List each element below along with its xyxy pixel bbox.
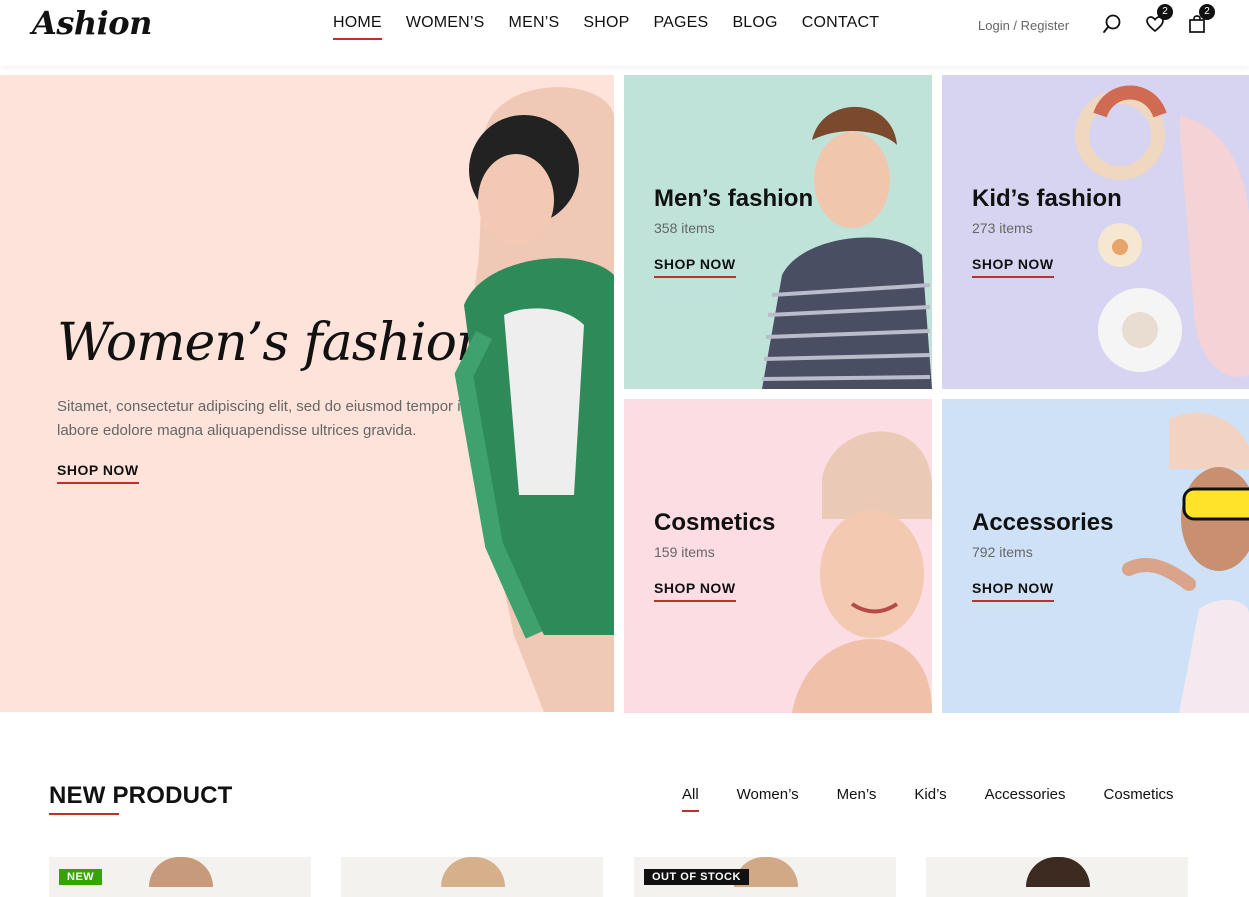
hero-model-image — [454, 87, 614, 712]
heading-underline — [49, 813, 119, 815]
site-header: Ashion HOME WOMEN’S MEN’S SHOP PAGES BLO… — [0, 0, 1249, 66]
product-image — [441, 857, 505, 887]
product-image — [149, 857, 213, 887]
accessories-shop-now-link[interactable]: SHOP NOW — [972, 580, 1054, 602]
category-tile-kids[interactable]: Kid’s fashion 273 items SHOP NOW — [942, 75, 1249, 389]
wishlist-count-badge: 2 — [1157, 4, 1173, 20]
out-of-stock-badge: OUT OF STOCK — [644, 869, 749, 885]
kids-shop-now-link[interactable]: SHOP NOW — [972, 256, 1054, 278]
product-card[interactable] — [341, 857, 603, 897]
nav-womens[interactable]: WOMEN’S — [406, 14, 485, 38]
nav-home[interactable]: HOME — [333, 14, 382, 40]
tile-item-count: 273 items — [972, 220, 1033, 236]
tile-item-count: 358 items — [654, 220, 715, 236]
new-badge: NEW — [59, 869, 103, 885]
product-card[interactable] — [926, 857, 1188, 897]
cart-count-badge: 2 — [1199, 4, 1215, 20]
nav-blog[interactable]: BLOG — [732, 14, 777, 38]
hero-womens-fashion: Women’s fashion Sitamet, consectetur adi… — [0, 75, 614, 712]
new-product-heading: NEW PRODUCT — [49, 782, 233, 809]
site-logo[interactable]: Ashion — [32, 4, 152, 42]
filter-kids[interactable]: Kid’s — [914, 786, 946, 809]
cart-button[interactable]: 2 — [1187, 4, 1215, 34]
cosmetics-model-image — [792, 431, 932, 713]
filter-mens[interactable]: Men’s — [837, 786, 877, 809]
tile-title: Men’s fashion — [654, 185, 814, 212]
product-filter-tabs: All Women’s Men’s Kid’s Accessories Cosm… — [682, 786, 1174, 812]
nav-mens[interactable]: MEN’S — [509, 14, 560, 38]
category-tile-cosmetics[interactable]: Cosmetics 159 items SHOP NOW — [624, 399, 932, 713]
search-icon[interactable] — [1102, 14, 1122, 34]
mens-shop-now-link[interactable]: SHOP NOW — [654, 256, 736, 278]
tile-item-count: 159 items — [654, 544, 715, 560]
category-tile-accessories[interactable]: Accessories 792 items SHOP NOW — [942, 399, 1249, 713]
mens-model-image — [761, 106, 932, 389]
nav-contact[interactable]: CONTACT — [802, 14, 880, 38]
filter-womens[interactable]: Women’s — [737, 786, 799, 809]
nav-pages[interactable]: PAGES — [653, 14, 708, 38]
tile-title: Accessories — [972, 509, 1114, 536]
hero-shop-now-link[interactable]: SHOP NOW — [57, 462, 139, 484]
tile-title: Cosmetics — [654, 509, 776, 536]
product-card[interactable]: OUT OF STOCK — [634, 857, 896, 897]
filter-cosmetics[interactable]: Cosmetics — [1104, 786, 1174, 809]
filter-all[interactable]: All — [682, 786, 699, 812]
nav-shop[interactable]: SHOP — [583, 14, 629, 38]
filter-accessories[interactable]: Accessories — [985, 786, 1066, 809]
tile-item-count: 792 items — [972, 544, 1033, 560]
product-image — [1026, 857, 1090, 887]
product-card[interactable]: NEW — [49, 857, 311, 897]
category-tile-mens[interactable]: Men’s fashion 358 items SHOP NOW — [624, 75, 932, 389]
kids-items-image — [1075, 85, 1249, 377]
cosmetics-shop-now-link[interactable]: SHOP NOW — [654, 580, 736, 602]
login-register-link[interactable]: Login / Register — [978, 18, 1069, 33]
tile-title: Kid’s fashion — [972, 185, 1122, 212]
wishlist-button[interactable]: 2 — [1145, 4, 1173, 34]
main-nav: HOME WOMEN’S MEN’S SHOP PAGES BLOG CONTA… — [333, 14, 880, 40]
accessories-model-image — [1122, 412, 1249, 713]
